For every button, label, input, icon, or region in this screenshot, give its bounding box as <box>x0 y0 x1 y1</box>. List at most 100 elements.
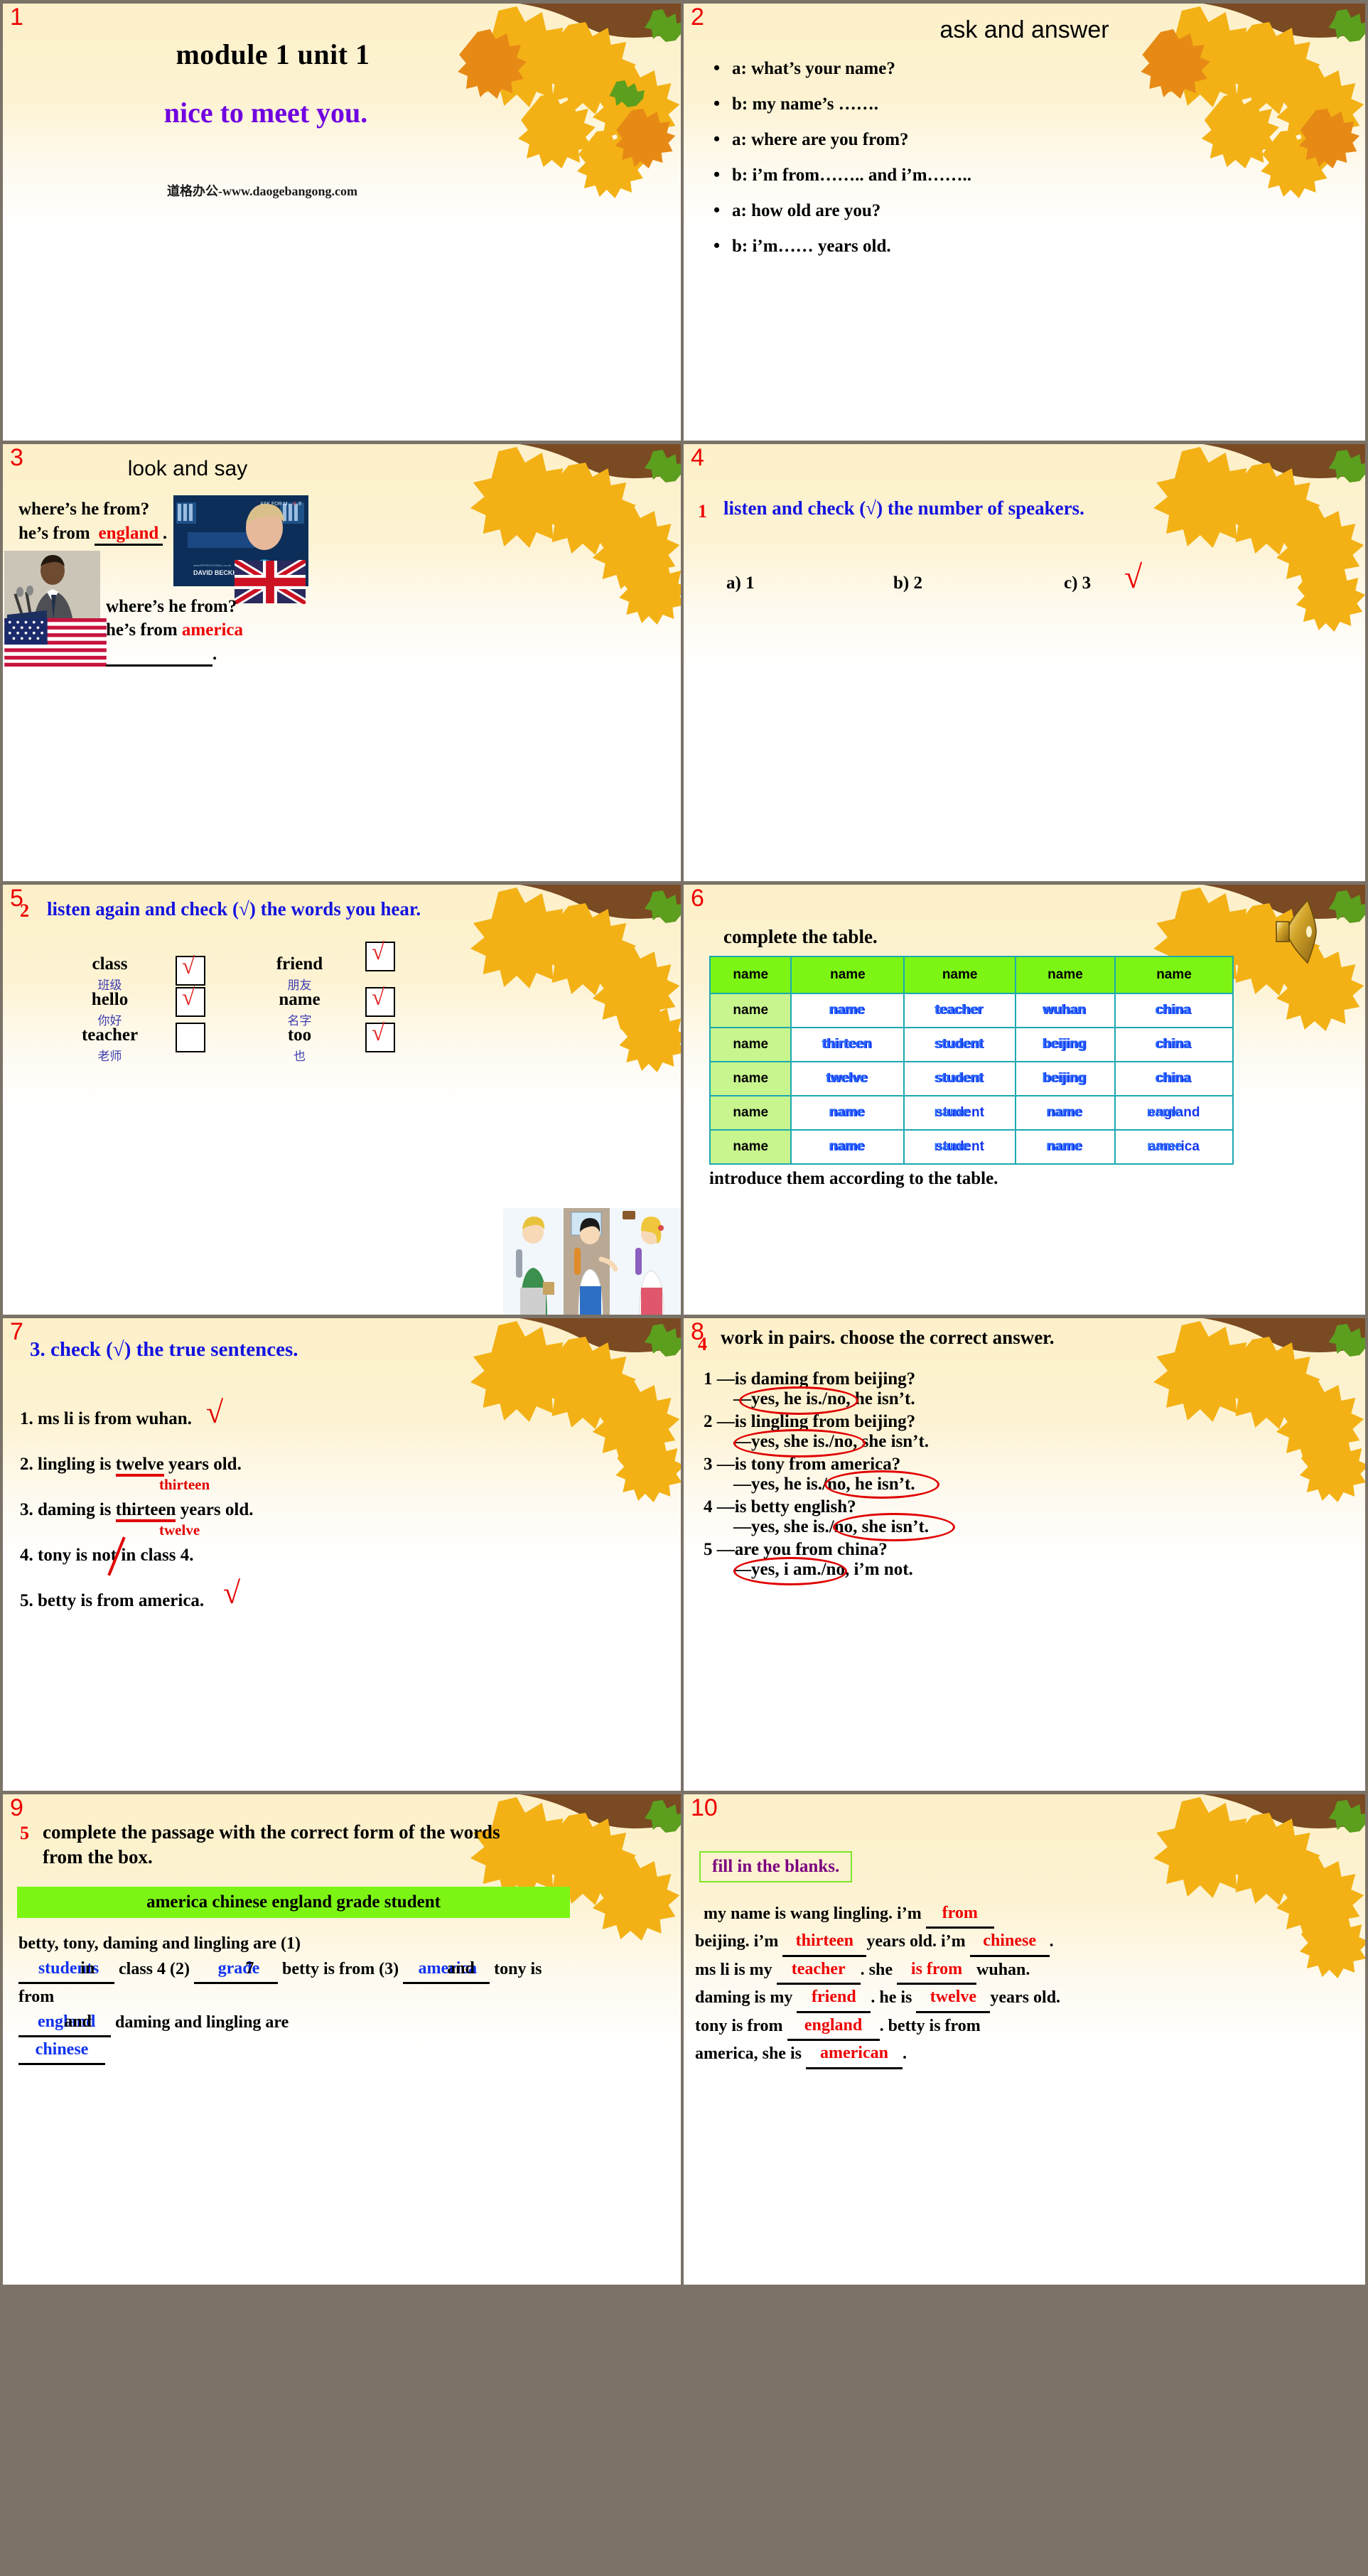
exercise-footer: introduce them according to the table. <box>709 1169 998 1188</box>
qa-pair-5: 5 —are you from china? —yes, i am./no, i… <box>704 1540 929 1585</box>
answer-option-left[interactable]: —yes, she is. <box>733 1432 829 1451</box>
exercise-heading: work in pairs. choose the correct answer… <box>721 1327 1055 1348</box>
slide-3[interactable]: 3 look and say ASK FOR M R E DAVID BECKH… <box>0 441 684 881</box>
blank-answer: teacher <box>791 1959 846 1978</box>
slide-number-10: 10 <box>691 1794 718 1821</box>
word-cell: name 名字 <box>234 990 365 1028</box>
answer-blank-3[interactable]: americaand <box>403 1956 490 1984</box>
answer-blank-american[interactable]: american <box>805 2041 903 2069</box>
checkbox-too[interactable]: √ <box>365 1020 395 1052</box>
checklist-row: hello 你好 √ name 名字 √ <box>44 985 395 1028</box>
speaker-icon[interactable] <box>1265 898 1326 969</box>
answer-blank-friend[interactable]: friend <box>797 1985 871 2013</box>
sentence-text: 1. ms li is from wuhan. <box>20 1409 192 1428</box>
passage-part: beijing. i’m <box>695 1932 779 1951</box>
table-row: name thirteen thirteen student student bei… <box>709 1027 1234 1062</box>
word-label: teacher <box>81 1025 139 1045</box>
correction-word: thirteen <box>159 1476 210 1493</box>
slide-9[interactable]: 9 5 complete the passage with the correc… <box>0 1791 684 2285</box>
tick-mark-icon: √ <box>372 1020 385 1046</box>
checkbox-hello[interactable]: √ <box>176 985 205 1017</box>
slide-2[interactable]: 2 ask and answer • a: what’s your name? … <box>684 0 1368 441</box>
instruction-label: fill in the blanks. <box>712 1857 840 1876</box>
passage-part: ms li is my <box>695 1960 772 1979</box>
answer-blank-4[interactable]: englandand <box>18 2010 111 2037</box>
table-cell: china china <box>1114 993 1234 1028</box>
slide-4[interactable]: 4 1 listen and check (√) the number of s… <box>684 441 1368 881</box>
blank-answer: is from <box>910 1959 963 1978</box>
answer-word-2: america <box>181 620 243 640</box>
answer-blank-thirteen[interactable]: thirteen <box>782 1929 867 1957</box>
passage-text: betty, tony, daming and lingling are (1)… <box>18 1931 544 2065</box>
option-b[interactable]: b) 2 <box>893 573 922 593</box>
answer-blank-from[interactable]: from <box>925 1901 994 1929</box>
answer-option-left[interactable]: —yes, she is. <box>733 1517 829 1536</box>
list-item: a: what’s your name? <box>711 58 971 79</box>
passage-part: . <box>902 2044 907 2064</box>
answer-option-right[interactable]: /no, he isn’t. <box>822 1475 915 1494</box>
answer-text: —yes, he is./no, he isn’t. <box>733 1470 939 1499</box>
autumn-leaves-decoration <box>970 444 1365 679</box>
blank-overlay: and <box>447 1959 475 1978</box>
answer-option-left[interactable]: —yes, he is. <box>733 1475 822 1494</box>
word-label: class <box>92 954 128 974</box>
answer-option-right[interactable]: /no, he isn’t. <box>822 1389 915 1408</box>
answer-option-right[interactable]: /no, i’m not. <box>822 1560 913 1579</box>
tick-mark-icon: √ <box>182 954 195 979</box>
answer-text: —yes, she is./no, she isn’t. <box>733 1513 955 1541</box>
cell-overlay: name <box>1147 1139 1183 1154</box>
sentence-text: 5. betty is from america. <box>20 1591 205 1610</box>
answer-blank-1: england <box>94 524 163 546</box>
sentence-underlined-word: twelve <box>115 1455 164 1477</box>
answer-blank-is-from[interactable]: is from <box>897 1957 977 1985</box>
sentence-row-3: 3. daming is thirteen years old. twelve <box>20 1500 517 1538</box>
list-item: a: where are you from? <box>711 129 971 150</box>
checkbox-name[interactable]: √ <box>365 985 395 1017</box>
slide-number-7: 7 <box>10 1318 23 1345</box>
checkbox-teacher[interactable] <box>176 1023 205 1052</box>
exercise-heading: 3. check (√) the true sentences. <box>30 1338 298 1361</box>
passage-part: america, she is <box>695 2044 802 2064</box>
word-translation: 也 <box>293 1050 306 1063</box>
slide-1[interactable]: 1 module 1 unit 1 nice to meet you. 道格办公… <box>0 0 684 441</box>
blank-answer: chinese <box>35 2040 89 2059</box>
question-text-1: where’s he from? <box>18 500 150 519</box>
answer-blank-chinese[interactable]: chinese <box>969 1929 1050 1957</box>
cell-overlay: name <box>1046 1105 1082 1120</box>
passage-part: . <box>1049 1932 1054 1951</box>
cell-overlay: teacher <box>934 1003 983 1018</box>
answer-option-left[interactable]: —yes, i am. <box>733 1560 822 1579</box>
slide-8[interactable]: 8 4 work in pairs. choose the correct an… <box>684 1315 1368 1791</box>
passage-text: my name is wang lingling. i’m from beiji… <box>695 1901 1264 2069</box>
slide-7[interactable]: 7 3. check (√) the true sentences. 1. ms… <box>0 1315 684 1791</box>
cell-overlay: china <box>1155 1037 1190 1052</box>
sentence-row-4: 4. tony is not in class 4. <box>20 1536 517 1576</box>
option-a[interactable]: a) 1 <box>726 573 755 593</box>
option-c[interactable]: c) 3 <box>1064 573 1091 593</box>
answer-option-right[interactable]: /no, she isn’t. <box>829 1517 929 1536</box>
word-label: name <box>279 990 321 1009</box>
slide-6[interactable]: 6 complete the table. name name name nam… <box>684 881 1368 1315</box>
checkbox-class[interactable]: √ <box>176 954 205 986</box>
blank-answer: thirteen <box>795 1931 853 1951</box>
checkbox-friend[interactable]: √ <box>365 939 395 971</box>
word-cell: class 班级 <box>44 954 176 993</box>
slide-5[interactable]: 5 2 listen again and check (√) the words… <box>0 881 684 1315</box>
answer-blank-5[interactable]: chinese <box>18 2037 105 2065</box>
qa-pair-1: 1 —is daming from beijing? —yes, he is./… <box>704 1369 929 1415</box>
slide-number-4: 4 <box>691 444 704 471</box>
answer-option-right[interactable]: /no, she isn’t. <box>829 1432 929 1451</box>
answer-blank-1[interactable]: studentsin <box>18 1956 114 1984</box>
answer-blank-teacher[interactable]: teacher <box>776 1957 861 1985</box>
cell-overlay: name <box>1146 1105 1183 1120</box>
blank-overlay: 7 <box>245 1959 254 1978</box>
answer-blank-2[interactable]: grade7 <box>193 1956 278 1984</box>
cell-overlay: twelve <box>825 1071 867 1086</box>
answer-blank-twelve[interactable]: twelve <box>916 1985 991 2013</box>
word-checklist: class 班级 √ friend 朋友 √ hello 你好 √ name 名… <box>44 939 395 1064</box>
slide-number-9: 9 <box>10 1794 23 1821</box>
blank-answer: chinese <box>983 1931 1036 1951</box>
answer-option-left[interactable]: —yes, he is. <box>733 1389 822 1408</box>
slide-10[interactable]: 10 fill in the blanks. my name is wang l… <box>684 1791 1368 2285</box>
answer-blank-england[interactable]: england <box>787 2013 880 2042</box>
